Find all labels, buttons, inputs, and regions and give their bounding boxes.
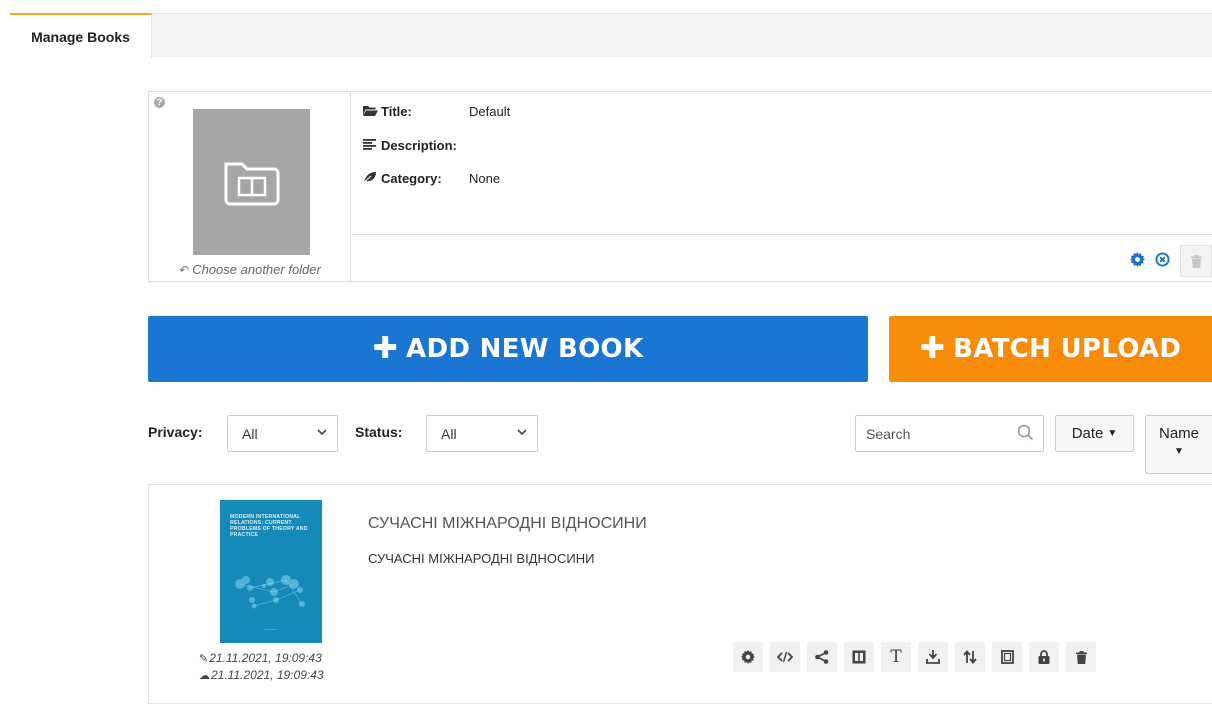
text-button[interactable]: T: [881, 642, 911, 672]
book-title[interactable]: СУЧАСНІ МІЖНАРОДНІ ВІДНОСИНИ: [368, 515, 647, 533]
book-icon: [852, 650, 866, 664]
share-icon: [815, 650, 829, 664]
book-uploaded-value: 21.11.2021, 19:09:43: [211, 668, 324, 682]
search-placeholder: Search: [866, 425, 911, 442]
folder-book-icon: [224, 162, 279, 206]
choose-another-folder-label: Choose another folder: [192, 262, 321, 277]
folder-description-label: Description:: [381, 138, 457, 153]
batch-upload-label: BATCH UPLOAD: [953, 334, 1182, 364]
folder-description-row: Description:: [363, 138, 457, 153]
book-cover-text: MODERN INTERNATIONAL RELATIONS: CURRENT …: [230, 514, 308, 538]
edit-icon: ✎: [199, 653, 209, 665]
status-label: Status:: [355, 424, 403, 440]
trash-icon: [1190, 254, 1202, 268]
add-new-book-label: ADD NEW BOOK: [406, 334, 644, 364]
tab-manage-books[interactable]: Manage Books: [10, 13, 152, 58]
gear-icon: [741, 650, 755, 664]
world-map-graphic: [235, 575, 305, 609]
batch-upload-button[interactable]: ✚ BATCH UPLOAD: [889, 316, 1212, 382]
code-icon: [777, 651, 793, 663]
sort-name-label: Name: [1158, 425, 1199, 442]
sort-button[interactable]: [955, 642, 985, 672]
add-new-book-button[interactable]: ✚ ADD NEW BOOK: [148, 316, 868, 382]
privacy-select[interactable]: All: [227, 415, 338, 452]
tab-bar: Manage Books: [10, 13, 1212, 58]
book-card: MODERN INTERNATIONAL RELATIONS: CURRENT …: [148, 484, 1212, 704]
book-cover-footer: ———: [265, 626, 277, 631]
reply-all-icon: ↶: [179, 263, 190, 277]
sort-icon: [963, 650, 977, 664]
folder-open-icon: [363, 105, 379, 119]
book-uploaded-date: ☁21.11.2021, 19:09:43: [199, 668, 359, 682]
lock-icon: [1038, 650, 1050, 664]
copy-icon: [1000, 650, 1014, 664]
folder-panel: ? ↶ Choose another folder Title: Default …: [148, 91, 1212, 282]
search-icon[interactable]: [1017, 424, 1034, 444]
trash-icon: [1075, 650, 1087, 664]
help-icon[interactable]: ?: [154, 97, 165, 108]
folder-thumbnail-column: ? ↶ Choose another folder: [149, 92, 351, 281]
duplicate-button[interactable]: [992, 642, 1022, 672]
embed-code-button[interactable]: [770, 642, 800, 672]
close-circle-icon[interactable]: [1155, 251, 1170, 271]
book-description: СУЧАСНІ МІЖНАРОДНІ ВІДНОСИНИ: [368, 551, 595, 566]
book-modified-date: ✎21.11.2021, 19:09:43: [199, 651, 359, 665]
privacy-label: Privacy:: [148, 424, 203, 440]
lock-button[interactable]: [1029, 642, 1059, 672]
sort-date-label: Date: [1071, 425, 1104, 442]
chevron-down-icon: [517, 425, 527, 439]
folder-category-value: None: [469, 171, 501, 186]
folder-title-row: Title: Default: [363, 104, 510, 119]
sort-name-button[interactable]: Name ▼: [1145, 415, 1212, 474]
align-left-icon: [363, 138, 379, 153]
share-button[interactable]: [807, 642, 837, 672]
book-modified-value: 21.11.2021, 19:09:43: [209, 651, 322, 665]
choose-another-folder-link[interactable]: ↶ Choose another folder: [149, 262, 351, 277]
download-icon: [926, 650, 940, 664]
book-toolbar: T: [733, 642, 1096, 672]
folder-category-label: Category:: [381, 171, 442, 186]
caret-down-icon: ▼: [1107, 428, 1118, 439]
book-cover[interactable]: MODERN INTERNATIONAL RELATIONS: CURRENT …: [220, 500, 322, 643]
delete-book-button[interactable]: [1066, 642, 1096, 672]
caret-down-icon: ▼: [1174, 446, 1184, 457]
folder-title-value: Default: [469, 104, 511, 119]
status-select-value: All: [441, 425, 457, 442]
cloud-icon: ☁: [199, 670, 210, 682]
sort-date-button[interactable]: Date ▼: [1055, 415, 1134, 452]
folder-title-label: Title:: [381, 104, 412, 119]
delete-folder-button[interactable]: [1180, 245, 1212, 277]
gear-icon[interactable]: [1130, 251, 1145, 271]
plus-icon: ✚: [919, 331, 946, 366]
search-input[interactable]: Search: [855, 415, 1044, 452]
folder-category-row: Category: None: [362, 171, 500, 186]
chevron-down-icon: [317, 425, 327, 439]
privacy-select-value: All: [242, 425, 258, 442]
book-settings-button[interactable]: [733, 642, 763, 672]
folder-divider: [352, 234, 1212, 235]
plus-icon: ✚: [372, 331, 399, 366]
folder-info: Title: Default Description: Category: No…: [352, 92, 1212, 281]
status-select[interactable]: All: [426, 415, 538, 452]
leaf-icon: [362, 171, 379, 186]
folder-thumbnail[interactable]: [193, 109, 310, 255]
folder-actions: [1130, 245, 1212, 277]
open-reader-button[interactable]: [844, 642, 874, 672]
text-icon: T: [890, 647, 902, 667]
download-button[interactable]: [918, 642, 948, 672]
